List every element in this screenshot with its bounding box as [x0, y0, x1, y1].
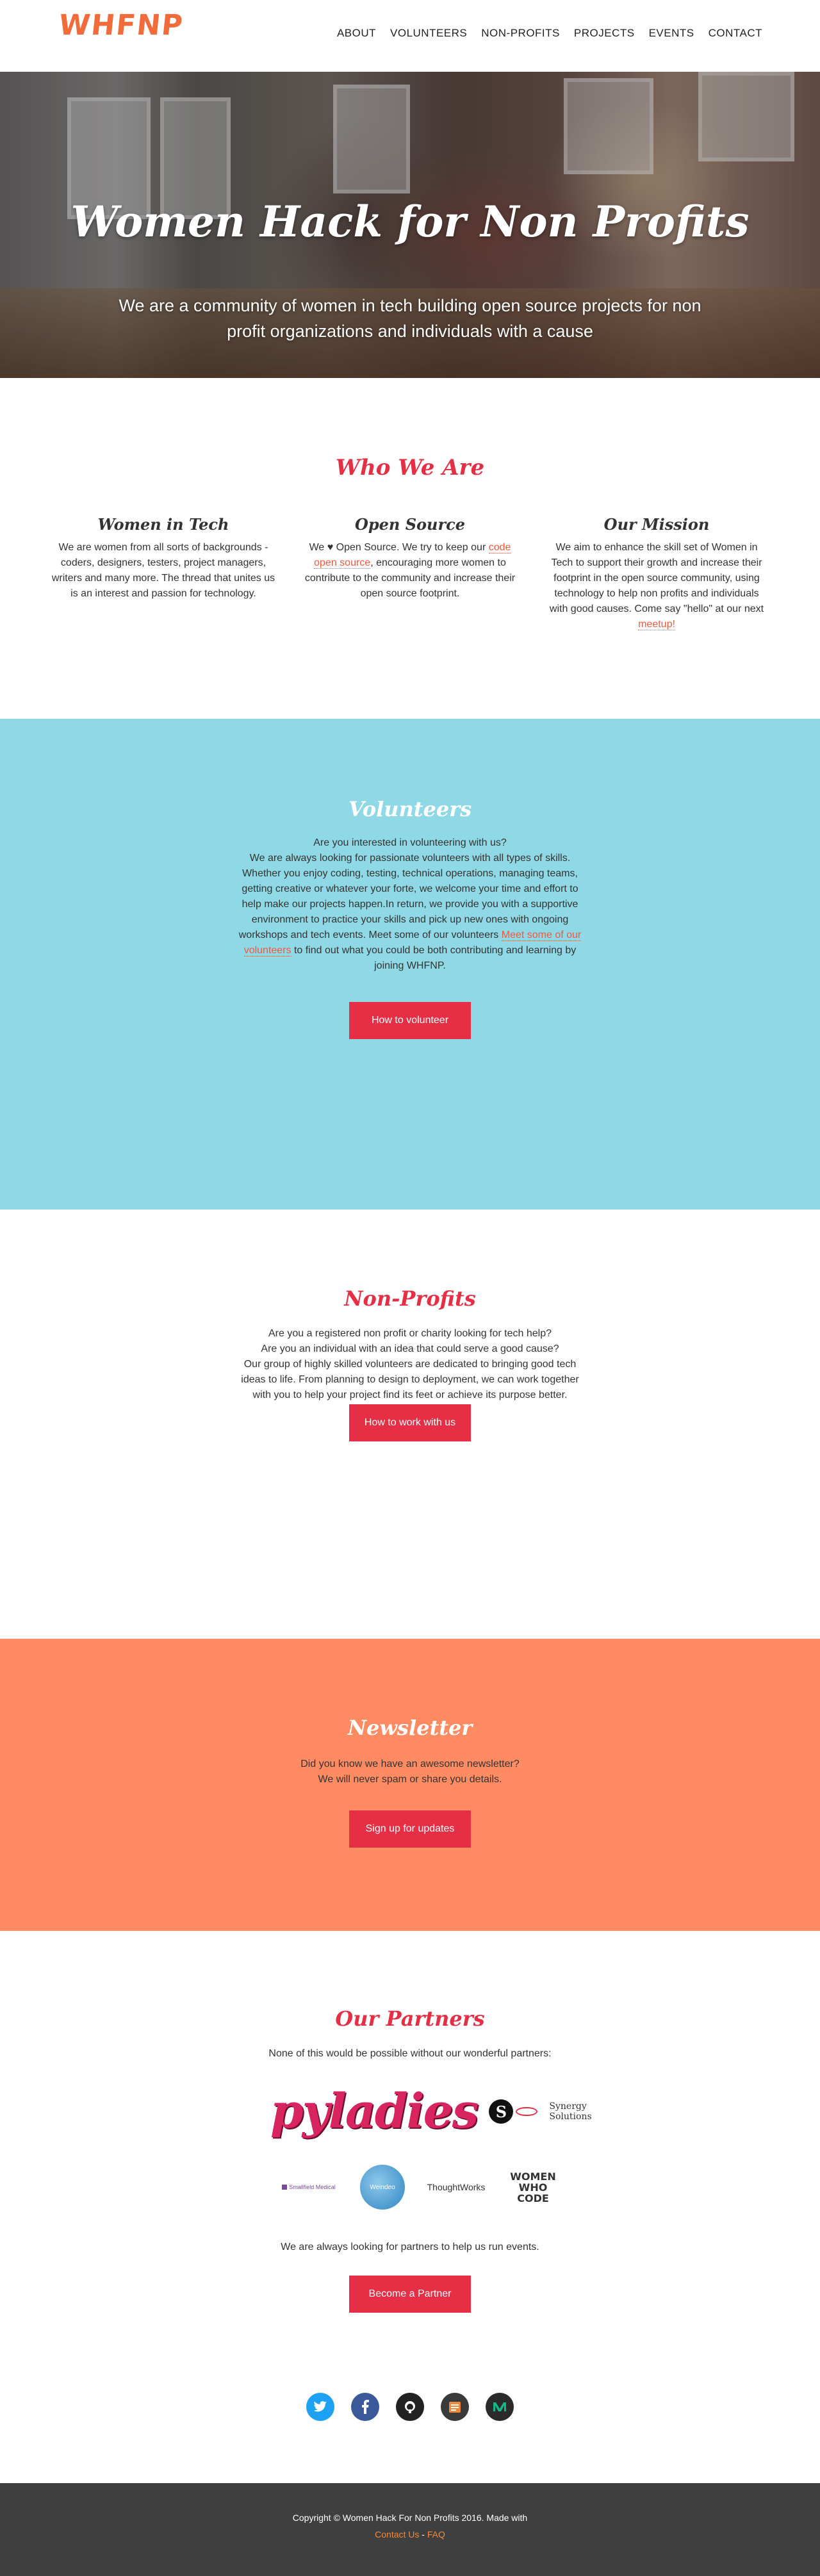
hero-subtitle: We are a community of women in tech buil…: [119, 296, 701, 341]
newsletter-section: Newsletter Did you know we have an aweso…: [0, 1639, 820, 1931]
column-text-part: We ♥ Open Source. We try to keep our: [309, 542, 489, 553]
volunteers-section: Volunteers Are you interested in volunte…: [0, 719, 820, 1210]
column-text: We ♥ Open Source. We try to keep our cod…: [298, 540, 522, 602]
code-link[interactable]: code: [488, 542, 511, 554]
become-a-partner-button[interactable]: Become a Partner: [349, 2276, 471, 2313]
open-source-link[interactable]: open source: [314, 557, 371, 569]
thoughtworks-text: ThoughtWorks: [427, 2182, 486, 2192]
sign-up-for-updates-button[interactable]: Sign up for updates: [349, 1810, 471, 1848]
copyright-text: Copyright © Women Hack For Non Profits 2…: [292, 2513, 528, 2523]
section-title: Our Partners: [335, 2006, 485, 2031]
women-who-code-text: WOMEN WHO CODE: [510, 2170, 556, 2204]
s-logo-swirl: [516, 2107, 538, 2116]
social-links: [0, 2393, 820, 2421]
volunteers-text-part: to find out what you could be both contr…: [291, 945, 577, 971]
nav-volunteers[interactable]: VOLUNTEERS: [390, 27, 467, 40]
non-profits-text: Are you a registered non profit or chari…: [241, 1328, 579, 1400]
partners-intro: None of this would be possible without o…: [268, 2048, 552, 2059]
volunteers-text: Are you interested in volunteering with …: [232, 835, 588, 974]
medium-icon[interactable]: [486, 2393, 514, 2421]
twitter-icon[interactable]: [306, 2393, 334, 2421]
section-title: Newsletter: [347, 1716, 473, 1740]
column-text-part: We aim to enhance the skill set of Women…: [549, 542, 764, 614]
s-logo-mark: S: [489, 2099, 514, 2124]
s-logo[interactable]: S: [488, 2092, 539, 2131]
volunteers-text-part: Are you interested in volunteering with …: [238, 837, 578, 940]
who-columns: Women in Tech We are women from all sort…: [51, 515, 769, 632]
partner-logos-row-1: pyladies S Synergy Solutions: [270, 2080, 604, 2144]
smallfield-medical-logo[interactable]: Smallfield Medical: [277, 2184, 341, 2190]
site-header: WHFNP ABOUT VOLUNTEERS NON-PROFITS PROJE…: [0, 0, 820, 72]
meetup-link[interactable]: meetup!: [638, 619, 675, 630]
nav-contact[interactable]: CONTACT: [709, 27, 762, 40]
social-links-section: [0, 2332, 820, 2483]
non-profits-section: Non-Profits Are you a registered non pro…: [0, 1210, 820, 1639]
contact-us-link[interactable]: Contact Us: [375, 2529, 419, 2539]
smallfield-mark: [282, 2185, 288, 2190]
github-icon[interactable]: [396, 2393, 424, 2421]
thoughtworks-logo[interactable]: ThoughtWorks: [424, 2182, 488, 2192]
footer-links: Contact Us - FAQ: [0, 2529, 820, 2539]
main-nav: ABOUT VOLUNTEERS NON-PROFITS PROJECTS EV…: [337, 27, 762, 40]
nav-events[interactable]: EVENTS: [649, 27, 694, 40]
women-who-code-logo[interactable]: WOMEN WHO CODE: [507, 2171, 559, 2204]
nav-about[interactable]: ABOUT: [337, 27, 376, 40]
column-open-source: Open Source We ♥ Open Source. We try to …: [298, 515, 522, 632]
site-logo[interactable]: WHFNP: [57, 9, 186, 42]
blog-icon[interactable]: [441, 2393, 469, 2421]
hero-title: Women Hack for Non Profits: [70, 197, 750, 247]
column-women-in-tech: Women in Tech We are women from all sort…: [51, 515, 275, 632]
section-title: Non-Profits: [344, 1286, 476, 1311]
partners-outro: We are always looking for partners to he…: [281, 2242, 539, 2252]
weindeo-text: Weindeo: [370, 2183, 395, 2191]
site-footer: Copyright © Women Hack For Non Profits 2…: [0, 2483, 820, 2576]
footer-separator: -: [419, 2529, 427, 2539]
newsletter-text: Did you know we have an awesome newslett…: [300, 1759, 520, 1785]
logo-text: WHFNP: [57, 9, 186, 42]
who-we-are-section: Who We Are Women in Tech We are women fr…: [0, 378, 820, 719]
how-to-work-with-us-button[interactable]: How to work with us: [349, 1404, 471, 1441]
smallfield-medical-text: Smallfield Medical: [289, 2184, 336, 2190]
section-title: Volunteers: [348, 797, 472, 821]
column-text: We are women from all sorts of backgroun…: [51, 542, 275, 599]
partner-logos-row-2: Smallfield Medical Weindeo ThoughtWorks …: [277, 2162, 559, 2213]
weindeo-logo[interactable]: Weindeo: [360, 2165, 405, 2210]
partners-section: Our Partners None of this would be possi…: [0, 1931, 820, 2332]
facebook-icon[interactable]: [351, 2393, 379, 2421]
synergy-solutions-logo[interactable]: Synergy Solutions: [549, 2101, 604, 2122]
how-to-volunteer-button[interactable]: How to volunteer: [349, 1002, 471, 1039]
pyladies-logo[interactable]: pyladies: [270, 2084, 479, 2139]
synergy-solutions-text: Synergy Solutions: [549, 2101, 592, 2122]
nav-projects[interactable]: PROJECTS: [574, 27, 635, 40]
column-text: We aim to enhance the skill set of Women…: [545, 540, 769, 632]
column-title: Open Source: [354, 515, 466, 534]
faq-link[interactable]: FAQ: [427, 2529, 445, 2539]
nav-non-profits[interactable]: NON-PROFITS: [481, 27, 560, 40]
section-title: Who We Are: [335, 455, 485, 480]
column-title: Our Mission: [603, 515, 710, 534]
column-title: Women in Tech: [97, 515, 229, 534]
hero-banner: Women Hack for Non Profits We are a comm…: [0, 72, 820, 378]
column-our-mission: Our Mission We aim to enhance the skill …: [545, 515, 769, 632]
